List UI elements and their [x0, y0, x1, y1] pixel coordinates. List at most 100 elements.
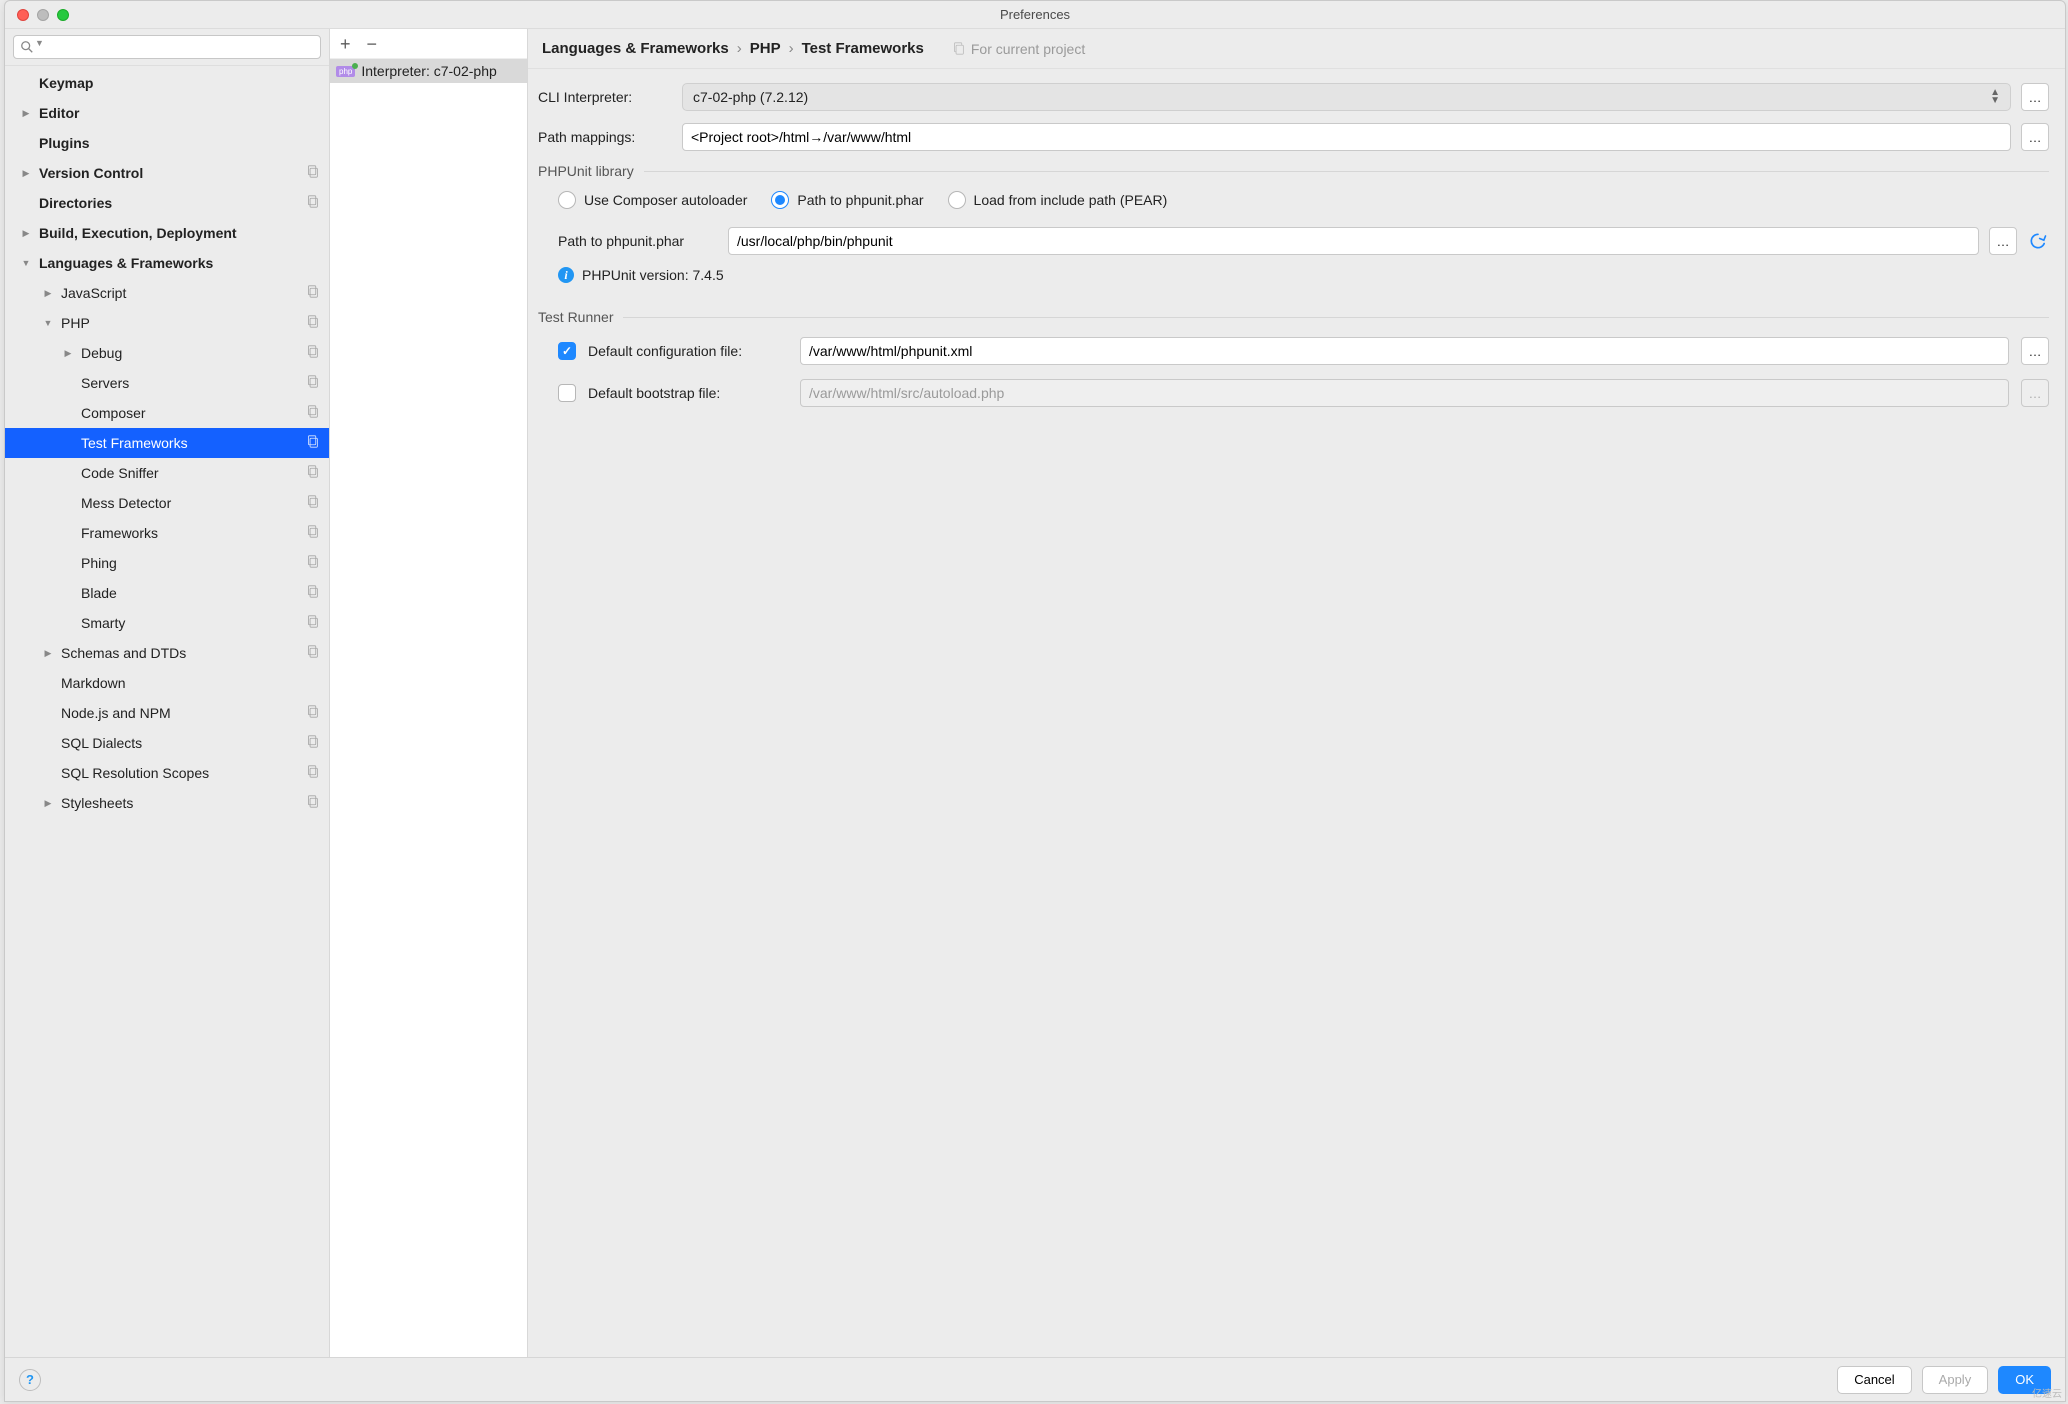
reload-icon[interactable] [2027, 230, 2049, 252]
chevron-down-icon: ▼ [41, 318, 55, 328]
tree-item-sql-dialects[interactable]: SQL Dialects [5, 728, 329, 758]
settings-search-input[interactable] [13, 35, 321, 59]
chevron-right-icon: ▶ [19, 228, 33, 239]
chevron-right-icon: ▶ [61, 348, 75, 359]
window-zoom-button[interactable] [57, 9, 69, 21]
project-scope-hint: For current project [952, 41, 1085, 57]
chevron-down-icon[interactable]: ▼ [35, 38, 44, 48]
php-badge-icon: php [336, 66, 355, 77]
tree-item-version-control[interactable]: ▶Version Control [5, 158, 329, 188]
copy-icon [306, 765, 319, 781]
cancel-button[interactable]: Cancel [1837, 1366, 1911, 1394]
add-configuration-button[interactable]: + [340, 35, 351, 53]
tree-item-build-execution-deployment[interactable]: ▶Build, Execution, Deployment [5, 218, 329, 248]
radio-include-path-pear[interactable]: Load from include path (PEAR) [948, 191, 1168, 209]
tree-item-composer[interactable]: Composer [5, 398, 329, 428]
tree-item-servers[interactable]: Servers [5, 368, 329, 398]
tree-item-test-frameworks[interactable]: Test Frameworks [5, 428, 329, 458]
chevron-right-icon: ▶ [19, 168, 33, 179]
breadcrumb: Languages & Frameworks › PHP › Test Fram… [528, 29, 2065, 69]
default-config-field[interactable] [800, 337, 2009, 365]
tree-item-frameworks[interactable]: Frameworks [5, 518, 329, 548]
tree-item-phing[interactable]: Phing [5, 548, 329, 578]
cli-interpreter-browse-button[interactable]: … [2021, 83, 2049, 111]
configurations-panel: + − php Interpreter: c7-02-php [330, 29, 528, 1357]
copy-icon [306, 495, 319, 511]
remove-configuration-button[interactable]: − [367, 35, 378, 53]
configuration-list-item[interactable]: php Interpreter: c7-02-php [330, 59, 527, 83]
tree-item-label: PHP [61, 315, 90, 331]
tree-item-label: SQL Resolution Scopes [61, 765, 209, 781]
tree-item-label: Frameworks [81, 525, 158, 541]
phar-path-browse-button[interactable]: … [1989, 227, 2017, 255]
copy-icon [306, 195, 319, 211]
titlebar: Preferences [5, 1, 2065, 29]
section-phpunit-library: PHPUnit library [538, 163, 2049, 179]
copy-icon [306, 315, 319, 331]
copy-icon [306, 705, 319, 721]
copy-icon [306, 585, 319, 601]
path-mappings-browse-button[interactable]: … [2021, 123, 2049, 151]
tree-item-keymap[interactable]: Keymap [5, 68, 329, 98]
tree-item-label: Node.js and NPM [61, 705, 171, 721]
default-config-checkbox[interactable] [558, 342, 576, 360]
copy-icon [306, 525, 319, 541]
configuration-label: Interpreter: c7-02-php [361, 63, 496, 79]
radio-path-to-phar[interactable]: Path to phpunit.phar [771, 191, 923, 209]
default-bootstrap-browse-button: … [2021, 379, 2049, 407]
tree-item-label: Smarty [81, 615, 125, 631]
tree-item-sql-resolution-scopes[interactable]: SQL Resolution Scopes [5, 758, 329, 788]
copy-icon [306, 615, 319, 631]
crumb-languages: Languages & Frameworks [542, 40, 729, 57]
tree-item-smarty[interactable]: Smarty [5, 608, 329, 638]
apply-button[interactable]: Apply [1922, 1366, 1989, 1394]
copy-icon [306, 435, 319, 451]
phar-path-field[interactable] [728, 227, 1979, 255]
tree-item-javascript[interactable]: ▶ JavaScript [5, 278, 329, 308]
tree-item-php[interactable]: ▼ PHP [5, 308, 329, 338]
copy-icon [306, 285, 319, 301]
tree-item-label: Code Sniffer [81, 465, 159, 481]
default-bootstrap-label: Default bootstrap file: [588, 385, 788, 401]
tree-item-languages-frameworks[interactable]: ▼Languages & Frameworks [5, 248, 329, 278]
tree-item-editor[interactable]: ▶Editor [5, 98, 329, 128]
tree-item-label: Schemas and DTDs [61, 645, 186, 661]
phpunit-version-text: PHPUnit version: 7.4.5 [582, 267, 724, 283]
tree-item-node-js-and-npm[interactable]: Node.js and NPM [5, 698, 329, 728]
window-minimize-button[interactable] [37, 9, 49, 21]
tree-item-mess-detector[interactable]: Mess Detector [5, 488, 329, 518]
tree-item-markdown[interactable]: Markdown [5, 668, 329, 698]
tree-item-label: JavaScript [61, 285, 126, 301]
chevron-right-icon: ▶ [41, 648, 55, 659]
phar-path-label: Path to phpunit.phar [558, 233, 718, 249]
tree-item-debug[interactable]: ▶Debug [5, 338, 329, 368]
tree-item-plugins[interactable]: Plugins [5, 128, 329, 158]
default-config-browse-button[interactable]: … [2021, 337, 2049, 365]
chevron-right-icon: ▶ [41, 798, 55, 809]
tree-item-directories[interactable]: Directories [5, 188, 329, 218]
chevron-right-icon: › [789, 40, 794, 57]
updown-icon: ▲▼ [1990, 89, 2000, 105]
tree-item-blade[interactable]: Blade [5, 578, 329, 608]
default-bootstrap-field [800, 379, 2009, 407]
chevron-right-icon: ▶ [41, 288, 55, 299]
cli-interpreter-combo[interactable]: c7-02-php (7.2.12) ▲▼ [682, 83, 2011, 111]
copy-icon [306, 465, 319, 481]
tree-item-label: Directories [39, 195, 112, 211]
copy-icon [306, 165, 319, 181]
search-icon [20, 40, 34, 54]
radio-composer-autoloader[interactable]: Use Composer autoloader [558, 191, 747, 209]
tree-item-schemas-and-dtds[interactable]: ▶ Schemas and DTDs [5, 638, 329, 668]
window-close-button[interactable] [17, 9, 29, 21]
tree-item-stylesheets[interactable]: ▶Stylesheets [5, 788, 329, 818]
preferences-window: Preferences ▼ Keymap▶EditorPlugins▶Versi… [4, 0, 2066, 1402]
crumb-php: PHP [750, 40, 781, 57]
configurations-toolbar: + − [330, 29, 527, 59]
tree-item-code-sniffer[interactable]: Code Sniffer [5, 458, 329, 488]
cli-interpreter-label: CLI Interpreter: [538, 89, 672, 105]
copy-icon [306, 405, 319, 421]
settings-tree-sidebar: ▼ Keymap▶EditorPlugins▶Version Control Di… [5, 29, 330, 1357]
default-bootstrap-checkbox[interactable] [558, 384, 576, 402]
path-mappings-field[interactable] [682, 123, 2011, 151]
help-button[interactable]: ? [19, 1369, 41, 1391]
